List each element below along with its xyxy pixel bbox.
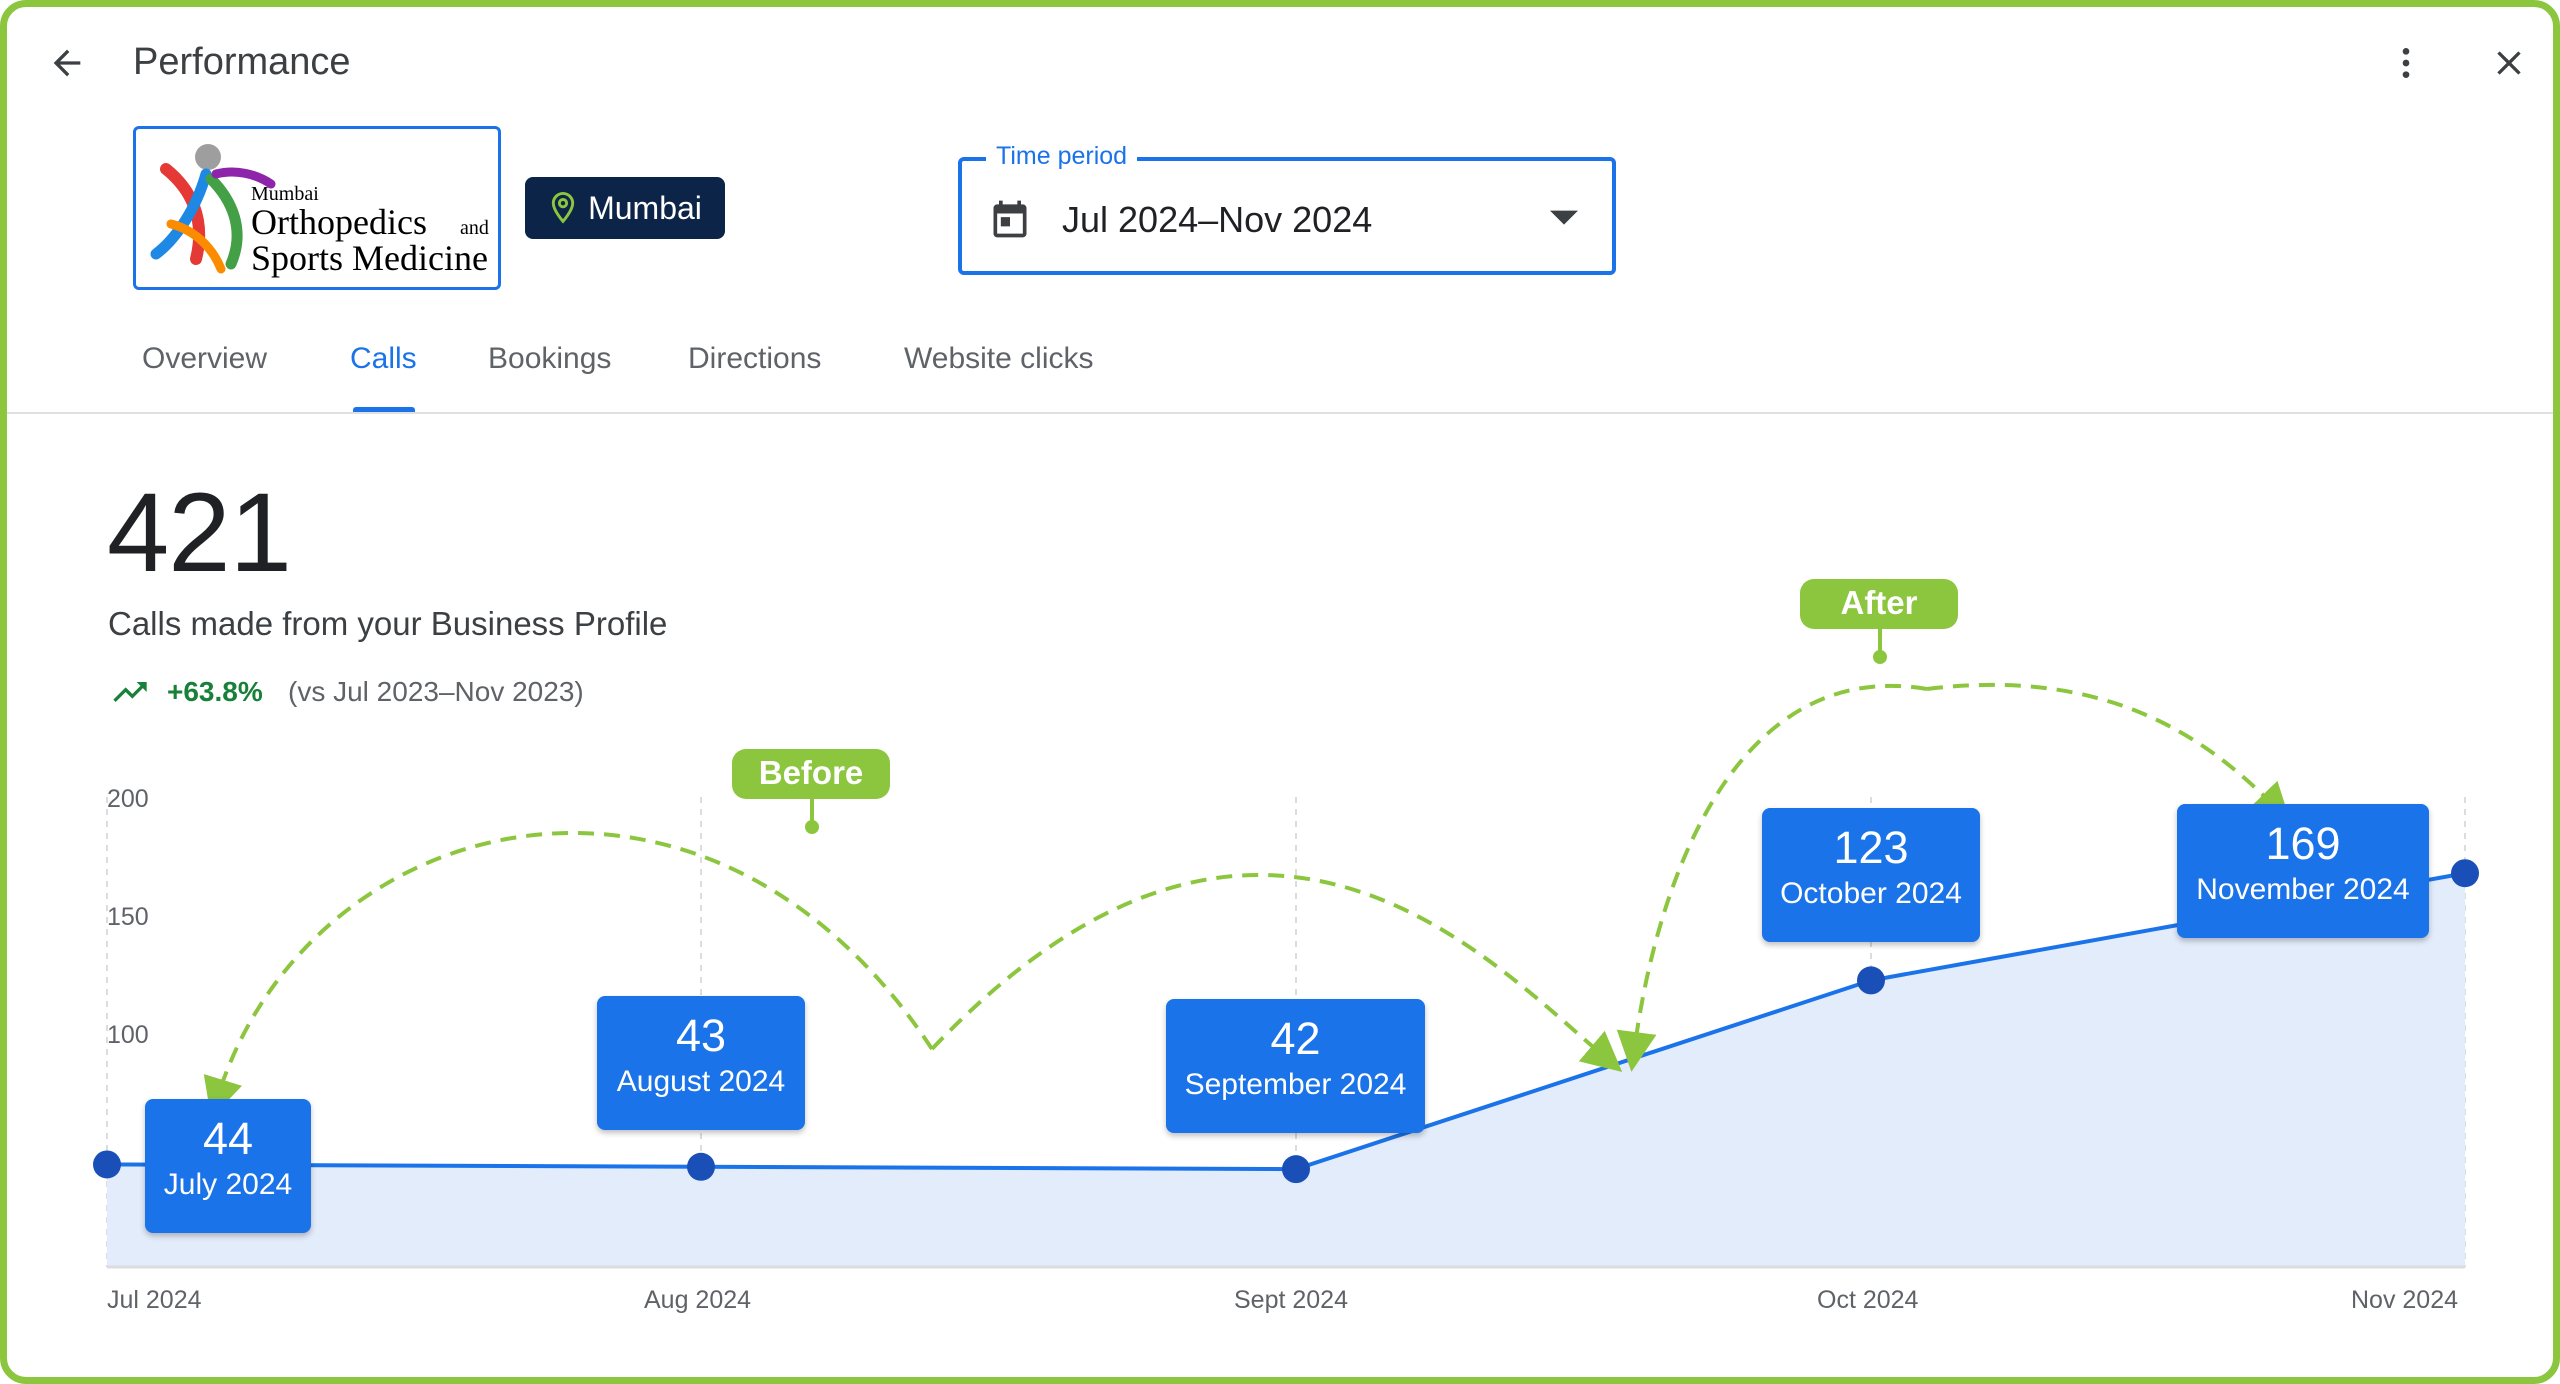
data-label-value: 169 bbox=[2265, 818, 2341, 869]
calls-chart bbox=[93, 629, 2479, 1269]
after-arrow-right bbox=[1926, 682, 2291, 824]
data-label-nov: 169 November 2024 bbox=[2177, 804, 2429, 938]
data-label-month: September 2024 bbox=[1184, 1068, 1407, 1101]
x-tick-label: Jul 2024 bbox=[107, 1286, 202, 1314]
after-callout: After bbox=[1800, 579, 1958, 629]
before-arrow-left bbox=[203, 830, 934, 1119]
y-tick-label: 200 bbox=[107, 785, 149, 813]
data-label-aug: 43 August 2024 bbox=[597, 996, 805, 1130]
data-label-sept: 42 September 2024 bbox=[1166, 999, 1425, 1133]
data-point[interactable] bbox=[1857, 966, 1885, 995]
x-tick-label: Nov 2024 bbox=[2351, 1286, 2459, 1314]
data-label-value: 42 bbox=[1270, 1013, 1321, 1064]
data-label-value: 43 bbox=[675, 1010, 727, 1061]
y-tick-label: 150 bbox=[107, 903, 149, 931]
y-tick-label: 100 bbox=[107, 1021, 149, 1049]
before-callout: Before bbox=[732, 749, 890, 799]
x-tick-label: Aug 2024 bbox=[644, 1286, 752, 1314]
data-label-value: 44 bbox=[202, 1113, 254, 1164]
data-label-month: July 2024 bbox=[163, 1168, 293, 1201]
data-label-month: August 2024 bbox=[616, 1065, 786, 1098]
after-callout-dot bbox=[1873, 650, 1887, 664]
x-tick-label: Oct 2024 bbox=[1817, 1286, 1919, 1314]
data-label-month: November 2024 bbox=[2196, 873, 2410, 906]
before-callout-dot bbox=[805, 820, 819, 834]
data-point[interactable] bbox=[2451, 859, 2479, 888]
data-point[interactable] bbox=[93, 1150, 121, 1179]
x-tick-label: Sept 2024 bbox=[1234, 1286, 1348, 1314]
data-point[interactable] bbox=[1282, 1155, 1310, 1184]
data-label-oct: 123 October 2024 bbox=[1762, 808, 1980, 942]
data-label-value: 123 bbox=[1833, 822, 1909, 873]
data-label-month: October 2024 bbox=[1780, 877, 1962, 910]
data-label-jul: 44 July 2024 bbox=[145, 1099, 311, 1233]
data-point[interactable] bbox=[687, 1152, 715, 1181]
performance-panel: Performance Mumbai Orthopedics and Sport… bbox=[0, 0, 2560, 1384]
